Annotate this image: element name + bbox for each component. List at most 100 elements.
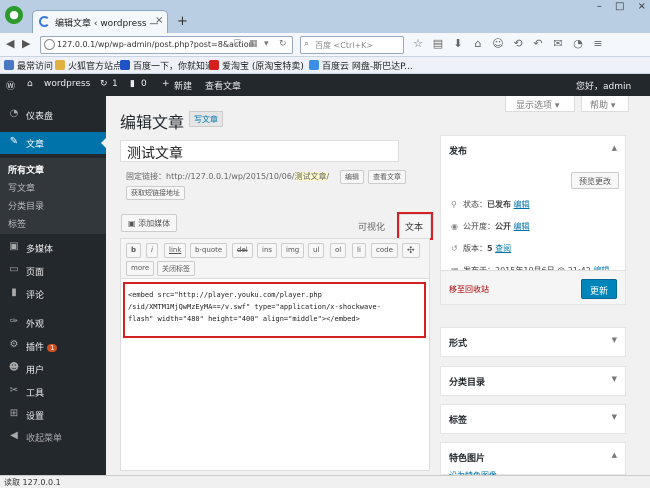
toggle-icon[interactable]: ▲ (612, 451, 617, 459)
status-edit-link[interactable]: 编辑 (514, 200, 530, 209)
edit-permalink-button[interactable]: 编辑 (340, 170, 364, 184)
comments-count[interactable]: 0 (141, 79, 147, 89)
new-tab-button[interactable]: + (177, 14, 188, 29)
qt-link-button[interactable]: link (164, 243, 187, 258)
plus-icon[interactable]: + (162, 79, 170, 89)
bookmark-most-visited[interactable]: 最常访问 (4, 59, 53, 72)
view-post-button[interactable]: 查看文章 (368, 170, 406, 184)
message-icon[interactable]: ✉ (548, 37, 568, 50)
menu-tools[interactable]: ✂ 工具 (0, 381, 106, 403)
maximize-button[interactable]: □ (615, 1, 624, 12)
browser-logo-icon[interactable]: ● (5, 6, 23, 24)
url-bar[interactable]: 127.0.0.1/wp/wp-admin/post.php?post=8&ac… (40, 36, 293, 54)
shield-icon[interactable]: ⛉ (234, 39, 241, 49)
qt-li-button[interactable]: li (352, 243, 366, 258)
bookmark-firefox[interactable]: 火狐官方站点 (55, 59, 122, 72)
menu-comments[interactable]: ▮ 评论 (0, 283, 106, 305)
back-icon[interactable]: ◀ (6, 37, 14, 50)
help-button[interactable]: 帮助 ▾ (581, 96, 629, 112)
toggle-icon[interactable]: ▼ (612, 375, 617, 383)
menu-collapse[interactable]: ◀ 收起菜单 (0, 426, 106, 448)
dropdown-icon[interactable]: ▾ (264, 39, 269, 49)
menu-media[interactable]: ▣ 多媒体 (0, 237, 106, 259)
updates-count[interactable]: 1 (112, 79, 118, 89)
update-button[interactable]: 更新 (581, 279, 617, 299)
search-box[interactable]: ⌕ 百度 <Ctrl+K> (300, 36, 404, 54)
menu-dashboard[interactable]: ◔ 仪表盘 (0, 104, 106, 126)
qt-ins-button[interactable]: ins (257, 243, 278, 258)
cloud-icon (309, 60, 319, 70)
qr-icon[interactable]: ▦ (249, 39, 258, 49)
screen-options-button[interactable]: 显示选项 ▾ (505, 96, 575, 112)
wordpress-logo-icon[interactable]: Ⓦ (6, 79, 15, 92)
qt-img-button[interactable]: img (281, 243, 305, 258)
menu-posts[interactable]: ✎ 文章 (0, 132, 106, 154)
submenu-write[interactable]: 写文章 (8, 181, 35, 194)
home-icon[interactable]: ⌂ (468, 37, 488, 50)
qt-del-button[interactable]: del (232, 243, 253, 258)
submenu-all-posts[interactable]: 所有文章 (8, 163, 44, 176)
reload-icon[interactable]: ↻ (279, 39, 287, 49)
categories-box[interactable]: 分类目录 ▼ (440, 366, 626, 396)
qt-ol-button[interactable]: ol (330, 243, 347, 258)
chat-icon[interactable]: ☺ (488, 37, 508, 50)
bookmark-aitaobao[interactable]: 爱淘宝 (原淘宝特卖) (209, 59, 304, 72)
sync-icon[interactable]: ⟲ (508, 37, 528, 50)
search-icon: ⌕ (304, 39, 310, 49)
qt-close-tags-button[interactable]: 关闭标签 (157, 261, 195, 276)
content-editor[interactable]: <embed src="http://player.youku.com/play… (120, 278, 430, 471)
qt-ul-button[interactable]: ul (308, 243, 325, 258)
greeting[interactable]: 您好，admin (576, 79, 631, 92)
qt-bold-button[interactable]: b (126, 243, 142, 258)
bookmark-baiduyun[interactable]: 百度云 网盘-斯巴达P... (309, 59, 413, 72)
clipboard-icon[interactable]: ▤ (428, 37, 448, 50)
get-shortlink-button[interactable]: 获取短链接地址 (126, 186, 185, 200)
tags-box[interactable]: 标签 ▼ (440, 404, 626, 434)
addon-icon[interactable]: ◔ (568, 37, 588, 50)
preview-changes-button[interactable]: 预览更改 (571, 172, 619, 189)
close-window-button[interactable]: × (638, 1, 646, 12)
qt-italic-button[interactable]: i (146, 243, 158, 258)
qt-code-button[interactable]: code (371, 243, 398, 258)
comments-icon[interactable]: ▮ (130, 79, 135, 89)
submenu-tags[interactable]: 标签 (8, 217, 26, 230)
add-media-button[interactable]: ▣ 添加媒体 (121, 214, 178, 232)
minimize-button[interactable]: – (597, 1, 602, 12)
site-name[interactable]: wordpress (44, 79, 90, 89)
move-to-trash-link[interactable]: 移至回收站 (449, 284, 489, 295)
qt-more-button[interactable]: more (126, 261, 155, 276)
menu-users[interactable]: ☻ 用户 (0, 358, 106, 380)
updates-icon[interactable]: ↻ (100, 79, 108, 89)
tab-visual[interactable]: 可视化 (358, 220, 385, 233)
tab-text[interactable]: 文本 (397, 212, 433, 240)
toggle-icon[interactable]: ▼ (612, 336, 617, 344)
forward-icon[interactable]: ▶ (22, 37, 30, 50)
home-icon[interactable]: ⌂ (27, 79, 33, 89)
tab-close-icon[interactable]: × (155, 15, 163, 26)
permalink-slug[interactable]: 测试文章 (294, 172, 327, 181)
visibility-edit-link[interactable]: 编辑 (514, 222, 530, 231)
browser-tab[interactable]: 编辑文章 ‹ wordpress — × (32, 10, 168, 33)
download-icon[interactable]: ⬇ (448, 37, 468, 50)
revisions-browse-link[interactable]: 查阅 (495, 244, 511, 253)
menu-plugins[interactable]: ⚙ 插件 1 (0, 335, 106, 357)
toggle-icon[interactable]: ▲ (612, 144, 617, 152)
toggle-icon[interactable]: ▼ (612, 413, 617, 421)
menu-icon[interactable]: ≡ (588, 37, 608, 50)
write-post-button[interactable]: 写文章 (189, 111, 223, 127)
embed-code[interactable]: <embed src="http://player.youku.com/play… (123, 282, 426, 338)
post-title-input[interactable]: 测试文章 (120, 140, 399, 162)
undo-icon[interactable]: ↶ (528, 37, 548, 50)
submenu-categories[interactable]: 分类目录 (8, 199, 44, 212)
featured-image-box[interactable]: 特色图片▲设为特色图像 (440, 442, 626, 480)
menu-appearance[interactable]: ✑ 外观 (0, 312, 106, 334)
bookmark-baidu[interactable]: 百度一下，你就知道 (120, 59, 214, 72)
star-icon[interactable]: ☆ (408, 37, 428, 50)
menu-settings[interactable]: ⊞ 设置 (0, 404, 106, 426)
fullscreen-icon[interactable]: ✣ (402, 243, 420, 258)
menu-pages[interactable]: ▭ 页面 (0, 260, 106, 282)
format-box[interactable]: 形式 ▼ (440, 327, 626, 357)
view-post-link[interactable]: 查看文章 (205, 79, 241, 92)
qt-bquote-button[interactable]: b-quote (190, 243, 228, 258)
new-link[interactable]: 新建 (174, 79, 192, 92)
